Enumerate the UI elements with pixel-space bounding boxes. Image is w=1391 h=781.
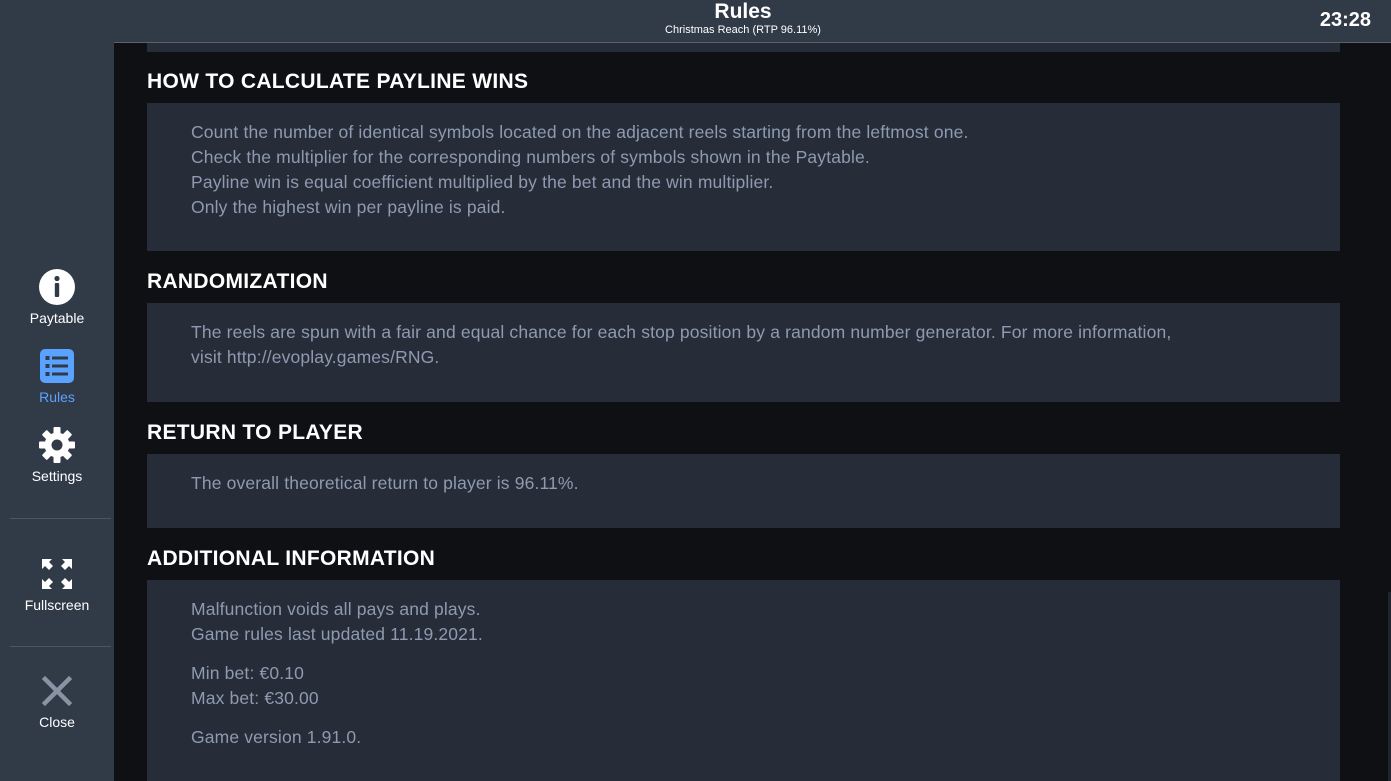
rule-text: The overall theoretical return to player… (191, 473, 579, 493)
rule-text: Count the number of identical symbols lo… (191, 122, 969, 142)
rule-text: Malfunction voids all pays and plays. (191, 599, 481, 619)
sidebar-item-settings[interactable]: Settings (0, 426, 114, 484)
rule-text: The reels are spun with a fair and equal… (191, 322, 1172, 342)
section-title-randomization: RANDOMIZATION (147, 270, 328, 293)
sidebar: Paytable Rules Settings Fullscreen Close (0, 0, 114, 781)
list-icon (39, 347, 75, 385)
section-panel-payline: Count the number of identical symbols lo… (147, 103, 1340, 251)
max-bet-text: Max bet: €30.00 (191, 688, 319, 708)
section-title-payline: HOW TO CALCULATE PAYLINE WINS (147, 70, 529, 93)
fullscreen-icon (40, 555, 74, 593)
rule-text: visit http://evoplay.games/RNG. (191, 347, 440, 367)
rule-text: Check the multiplier for the correspondi… (191, 147, 870, 167)
section-title-additional: ADDITIONAL INFORMATION (147, 547, 436, 570)
sidebar-item-label: Close (39, 714, 75, 730)
sidebar-item-paytable[interactable]: Paytable (0, 268, 114, 326)
game-subtitle: Christmas Reach (RTP 96.11%) (665, 24, 821, 36)
section-title-rtp: RETURN TO PLAYER (147, 421, 363, 444)
sidebar-item-label: Settings (31, 468, 83, 484)
section-panel-additional: Malfunction voids all pays and plays. Ga… (147, 580, 1340, 781)
page-title: Rules (714, 0, 772, 23)
sidebar-item-fullscreen[interactable]: Fullscreen (0, 555, 114, 613)
rule-text: Only the highest win per payline is paid… (191, 197, 506, 217)
game-version-text: Game version 1.91.0. (191, 727, 362, 747)
section-panel-rtp: The overall theoretical return to player… (147, 454, 1340, 528)
min-bet-text: Min bet: €0.10 (191, 663, 305, 683)
rule-text: Payline win is equal coefficient multipl… (191, 172, 774, 192)
info-icon (38, 268, 76, 306)
close-icon (40, 672, 74, 710)
sidebar-divider (10, 646, 111, 647)
sidebar-divider (10, 518, 111, 519)
section-panel-randomization: The reels are spun with a fair and equal… (147, 303, 1340, 402)
sidebar-item-label: Rules (39, 389, 75, 405)
section-panel-previous (147, 43, 1340, 52)
sidebar-item-label: Fullscreen (24, 597, 90, 613)
sidebar-item-label: Paytable (29, 310, 85, 326)
gear-icon (38, 426, 76, 464)
rules-content[interactable]: HOW TO CALCULATE PAYLINE WINS Count the … (114, 43, 1380, 781)
sidebar-item-close[interactable]: Close (0, 672, 114, 730)
clock: 23:28 (1319, 9, 1371, 31)
header-bar: Rules Christmas Reach (RTP 96.11%) 23:28 (114, 0, 1391, 43)
sidebar-item-rules[interactable]: Rules (0, 347, 114, 405)
rule-text: Game rules last updated 11.19.2021. (191, 624, 483, 644)
